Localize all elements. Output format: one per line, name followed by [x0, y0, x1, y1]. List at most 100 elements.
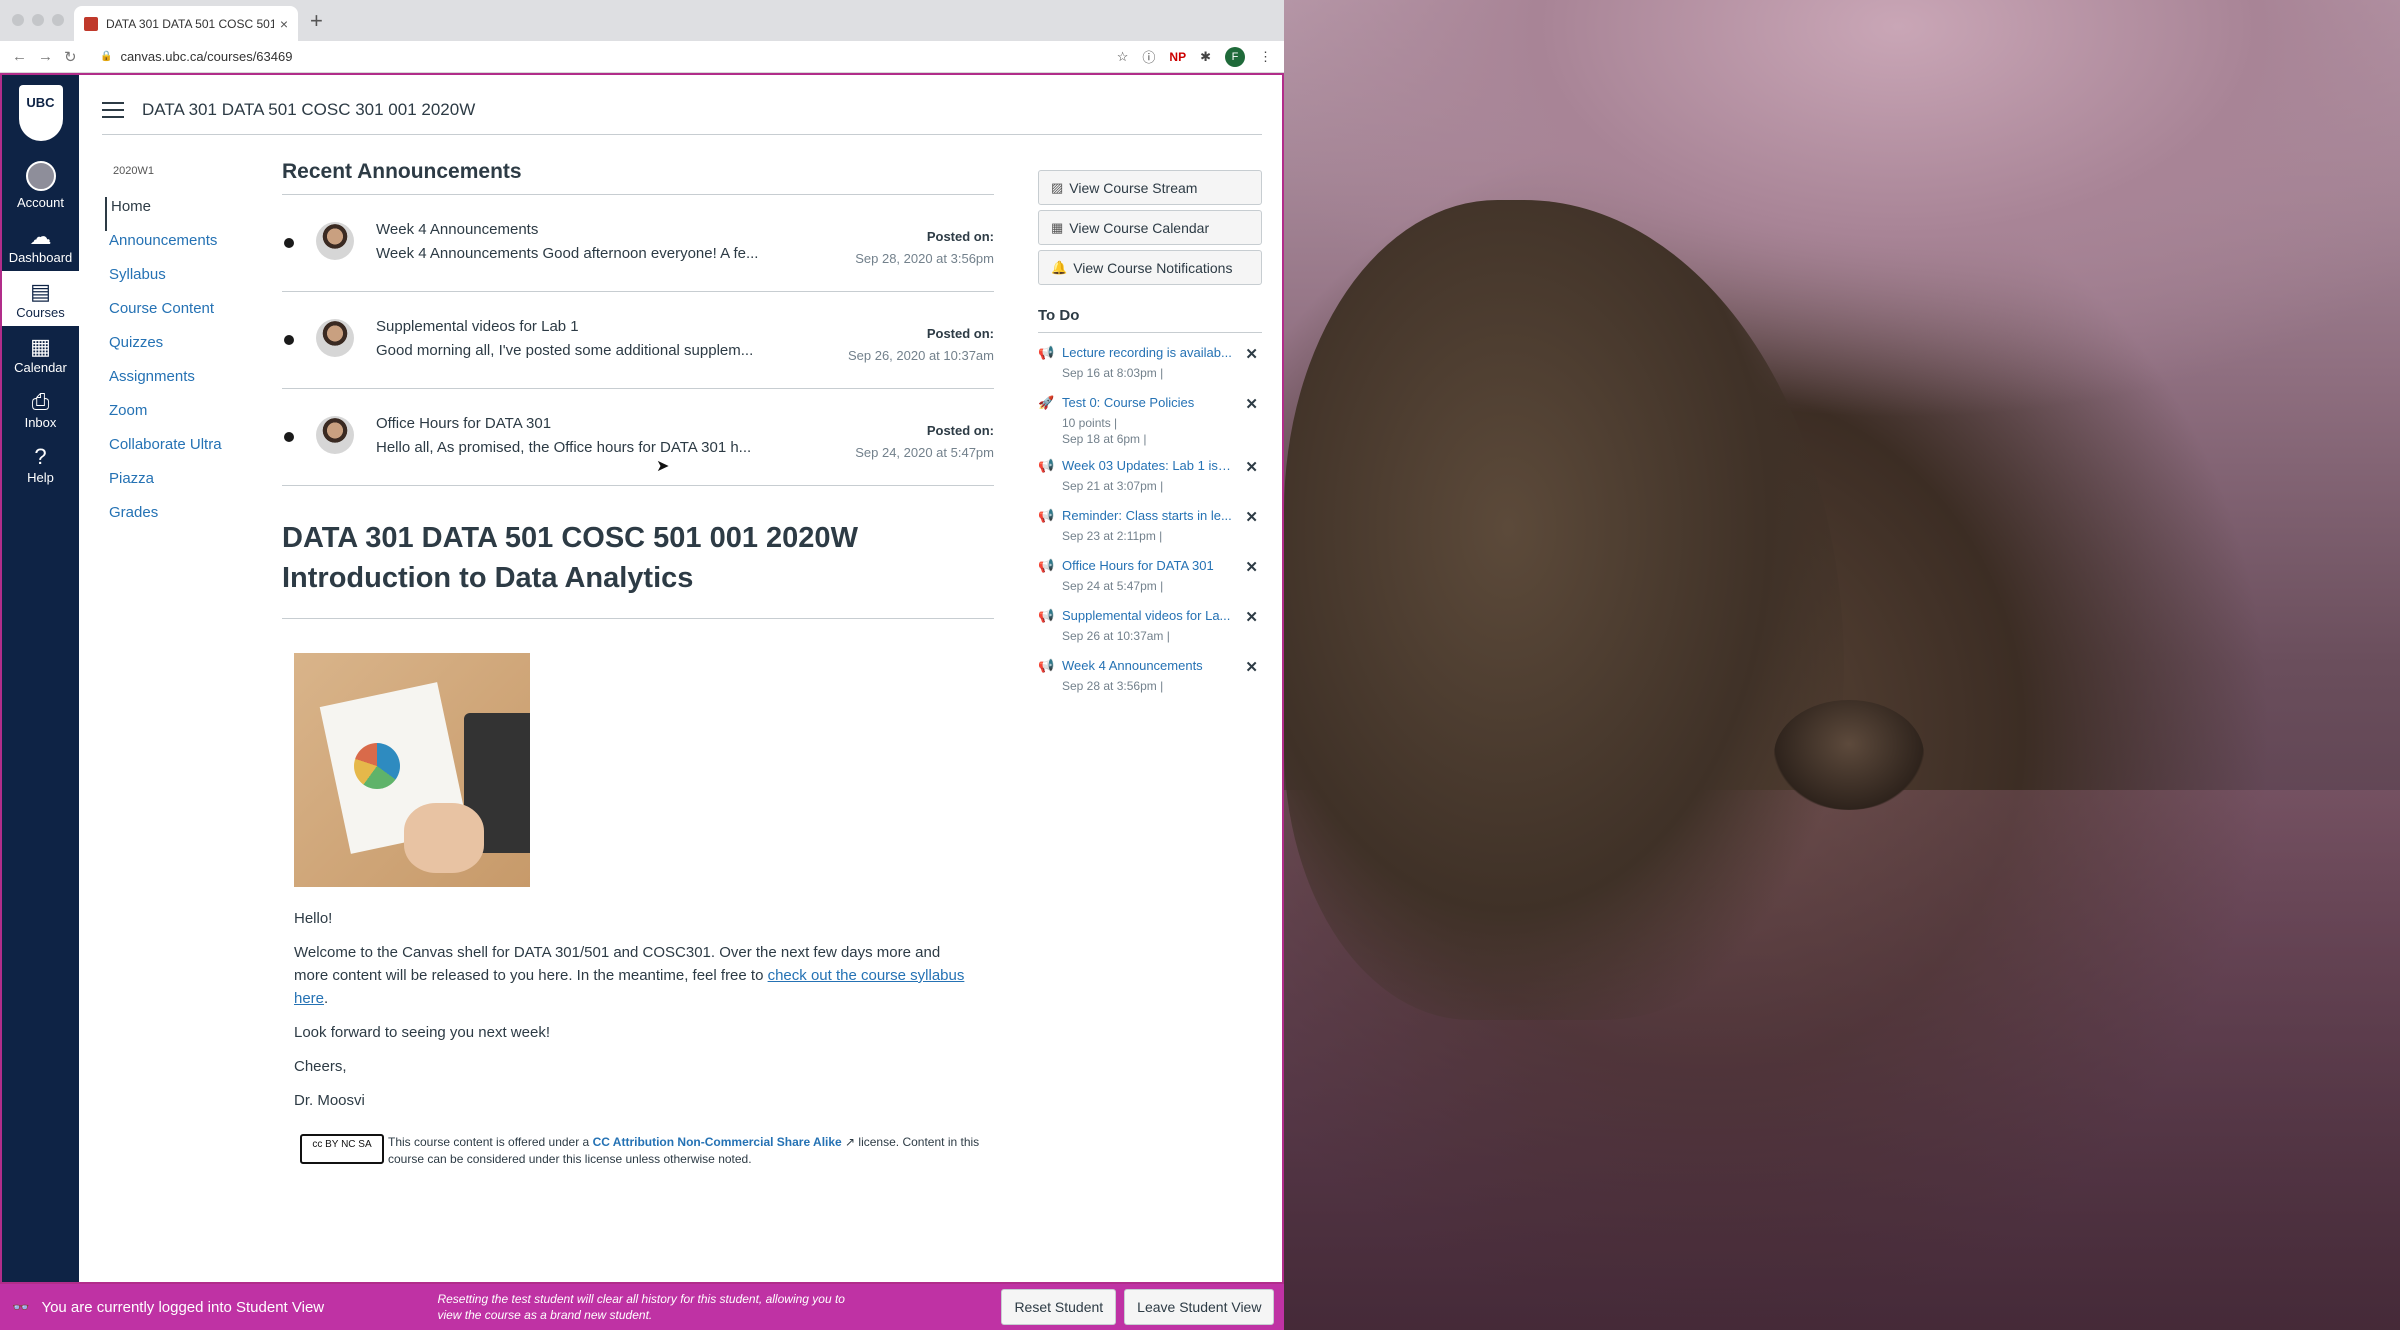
- todo-item[interactable]: 📢 Office Hours for DATA 301 Sep 24 at 5:…: [1038, 558, 1262, 596]
- announcement-title[interactable]: Supplemental videos for Lab 1: [376, 318, 579, 335]
- course-nav-course-content[interactable]: Course Content: [105, 299, 275, 333]
- new-tab-button[interactable]: +: [310, 8, 323, 34]
- back-icon[interactable]: ←: [12, 48, 34, 65]
- global-nav-label: Dashboard: [8, 250, 73, 265]
- calendar-icon: ▦: [1051, 219, 1064, 235]
- global-nav-label: Account: [17, 195, 64, 210]
- global-nav-help[interactable]: ? Help: [2, 436, 79, 491]
- wallpaper-rock: [1774, 700, 1924, 810]
- todo-title[interactable]: Supplemental videos for La...: [1062, 608, 1232, 623]
- license-text: This course content is offered under a C…: [388, 1134, 980, 1168]
- announcement-row[interactable]: Office Hours for DATA 301 Hello all, As …: [282, 389, 994, 486]
- np-extension-icon[interactable]: NP: [1169, 50, 1186, 64]
- reset-student-button[interactable]: Reset Student: [1001, 1289, 1117, 1325]
- course-header: DATA 301 DATA 501 COSC 301 001 2020W: [102, 95, 1262, 135]
- dismiss-icon[interactable]: ✕: [1245, 395, 1258, 413]
- cc-license-badge[interactable]: cc BY NC SA: [300, 1134, 384, 1164]
- help-icon: ?: [34, 444, 47, 469]
- todo-item[interactable]: 📢 Week 4 Announcements Sep 28 at 3:56pm …: [1038, 658, 1262, 696]
- tab-close-icon[interactable]: ×: [280, 16, 288, 32]
- global-nav-account[interactable]: Account: [2, 153, 79, 216]
- global-nav-courses[interactable]: ▤ Courses: [2, 271, 79, 326]
- view-course-calendar-button[interactable]: ▦ View Course Calendar: [1038, 210, 1262, 245]
- extensions-puzzle-icon[interactable]: ✱: [1200, 49, 1211, 65]
- todo-item[interactable]: 📢 Supplemental videos for La... Sep 26 a…: [1038, 608, 1262, 646]
- welcome-text-end: .: [324, 990, 329, 1007]
- global-nav-inbox[interactable]: ⎙ Inbox: [2, 381, 79, 436]
- course-nav-piazza[interactable]: Piazza: [105, 469, 275, 503]
- announcement-row[interactable]: Supplemental videos for Lab 1 Good morni…: [282, 292, 994, 389]
- address-bar: ← → ↻ 🔒 canvas.ubc.ca/courses/63469 ☆ ⓘ …: [0, 41, 1284, 73]
- course-nav-announcements[interactable]: Announcements: [105, 231, 275, 265]
- window-close-dot[interactable]: [12, 14, 24, 26]
- todo-item[interactable]: 📢 Lecture recording is availab... Sep 16…: [1038, 345, 1262, 383]
- term-label: 2020W1: [113, 165, 154, 177]
- signature-text: Dr. Moosvi: [294, 1092, 365, 1109]
- author-avatar: [316, 319, 354, 357]
- canvas-lms-page: UBC Account ☁ Dashboard ▤ Courses ▦ Cale…: [0, 73, 1284, 1284]
- announcement-date: Sep 26, 2020 at 10:37am: [847, 348, 994, 363]
- todo-title[interactable]: Week 4 Announcements: [1062, 658, 1232, 673]
- url-field[interactable]: 🔒 canvas.ubc.ca/courses/63469: [100, 49, 1103, 64]
- external-link-icon: ↗: [841, 1135, 856, 1149]
- todo-title[interactable]: Office Hours for DATA 301: [1062, 558, 1232, 573]
- reload-icon[interactable]: ↻: [64, 48, 86, 66]
- window-zoom-dot[interactable]: [52, 14, 64, 26]
- global-nav-label: Courses: [16, 305, 65, 320]
- right-sidebar: ▨ View Course Stream ▦ View Course Calenda…: [1038, 170, 1262, 696]
- welcome-paragraph: Welcome to the Canvas shell for DATA 301…: [294, 941, 974, 1010]
- todo-item[interactable]: 📢 Reminder: Class starts in le... Sep 23…: [1038, 508, 1262, 546]
- course-nav-grades[interactable]: Grades: [105, 503, 275, 537]
- leave-student-view-button[interactable]: Leave Student View: [1124, 1289, 1275, 1325]
- course-nav-collaborate-ultra[interactable]: Collaborate Ultra: [105, 435, 275, 469]
- student-view-bar: 👓 You are currently logged into Student …: [0, 1284, 1284, 1330]
- global-nav-dashboard[interactable]: ☁ Dashboard: [2, 216, 79, 271]
- course-nav-home[interactable]: Home: [105, 197, 275, 231]
- wallpaper-cliff: [1284, 200, 1844, 1020]
- ubc-logo[interactable]: UBC: [18, 85, 63, 141]
- breadcrumb-course-title[interactable]: DATA 301 DATA 501 COSC 301 001 2020W: [142, 100, 475, 120]
- bookmark-star-icon[interactable]: ☆: [1117, 49, 1129, 65]
- todo-title[interactable]: Test 0: Course Policies: [1062, 395, 1232, 410]
- global-nav-label: Help: [27, 470, 54, 485]
- cc-license-link[interactable]: CC Attribution Non-Commercial Share Alik…: [593, 1135, 842, 1149]
- profile-avatar[interactable]: F: [1225, 46, 1245, 67]
- dismiss-icon[interactable]: ✕: [1245, 508, 1258, 526]
- forward-icon[interactable]: →: [38, 48, 60, 65]
- todo-title[interactable]: Reminder: Class starts in le...: [1062, 508, 1232, 523]
- course-nav-quizzes[interactable]: Quizzes: [105, 333, 275, 367]
- announcement-title[interactable]: Week 4 Announcements: [376, 221, 538, 238]
- view-course-stream-button[interactable]: ▨ View Course Stream: [1038, 170, 1262, 205]
- course-nav-assignments[interactable]: Assignments: [105, 367, 275, 401]
- url-text: canvas.ubc.ca/courses/63469: [120, 49, 293, 64]
- dismiss-icon[interactable]: ✕: [1245, 558, 1258, 576]
- account-avatar-icon: [25, 161, 56, 191]
- dismiss-icon[interactable]: ✕: [1245, 608, 1258, 626]
- view-course-notifications-button[interactable]: 🔔 View Course Notifications: [1038, 250, 1262, 285]
- license-notice: cc BY NC SA This course content is offer…: [300, 1134, 980, 1168]
- announcement-date: Sep 28, 2020 at 3:56pm: [855, 251, 994, 266]
- todo-title[interactable]: Week 03 Updates: Lab 1 is ...: [1062, 458, 1232, 473]
- todo-item[interactable]: 📢 Week 03 Updates: Lab 1 is ... Sep 21 a…: [1038, 458, 1262, 496]
- todo-title[interactable]: Lecture recording is availab...: [1062, 345, 1232, 360]
- dismiss-icon[interactable]: ✕: [1245, 658, 1258, 676]
- button-label: View Course Notifications: [1073, 259, 1233, 276]
- info-icon[interactable]: ⓘ: [1142, 47, 1155, 66]
- posted-label: Posted on:: [926, 229, 994, 244]
- browser-tab[interactable]: DATA 301 DATA 501 COSC 501 001 2020W ×: [74, 6, 298, 41]
- global-nav-calendar[interactable]: ▦ Calendar: [2, 326, 79, 381]
- megaphone-icon: 📢: [1038, 608, 1055, 623]
- cheers-text: Cheers,: [294, 1058, 347, 1075]
- hamburger-menu-icon[interactable]: [102, 97, 124, 123]
- window-minimize-dot[interactable]: [32, 14, 44, 26]
- course-nav-zoom[interactable]: Zoom: [105, 401, 275, 435]
- browser-menu-icon[interactable]: ⋮: [1259, 49, 1272, 65]
- course-nav-syllabus[interactable]: Syllabus: [105, 265, 275, 299]
- lock-icon: 🔒: [100, 51, 113, 62]
- browser-window: DATA 301 DATA 501 COSC 501 001 2020W × +…: [0, 0, 1284, 1330]
- announcement-row[interactable]: Week 4 Announcements Week 4 Announcement…: [282, 195, 994, 292]
- dismiss-icon[interactable]: ✕: [1245, 345, 1258, 363]
- announcement-title[interactable]: Office Hours for DATA 301: [376, 415, 551, 432]
- todo-item[interactable]: 🚀 Test 0: Course Policies 10 points | Se…: [1038, 395, 1262, 446]
- dismiss-icon[interactable]: ✕: [1245, 458, 1258, 476]
